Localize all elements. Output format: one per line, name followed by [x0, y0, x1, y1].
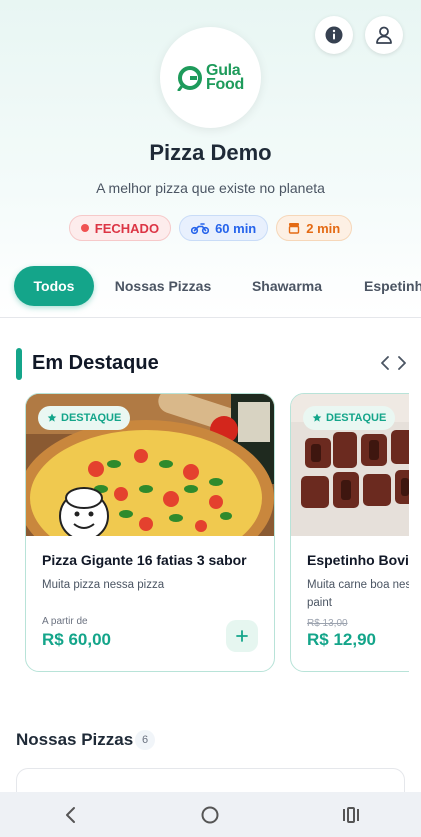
store-page: Gula Food Pizza Demo A melhor pizza que …: [0, 0, 421, 837]
carousel-next-button[interactable]: [394, 354, 410, 372]
espetinho-image: DESTAQUE: [291, 394, 409, 536]
product-old-price: R$ 13,00: [307, 618, 348, 629]
home-icon: [201, 806, 219, 823]
store-icon: [289, 223, 300, 234]
nav-back-button[interactable]: [40, 792, 100, 837]
divider: [0, 317, 421, 318]
back-icon: [66, 806, 76, 823]
store-name: Pizza Demo: [149, 140, 272, 165]
featured-carousel: DESTAQUE Pizza Gigante 16 fatias 3 sabor…: [0, 393, 409, 683]
product-name: Espetinho Bovino: [307, 552, 409, 568]
status-chips: FECHADO 60 min 2 min: [0, 215, 421, 241]
chevron-right-icon: [398, 356, 406, 370]
category-tabs: Todos Nossas Pizzas Shawarma Espetinhos: [0, 266, 421, 306]
product-description: Muita pizza nessa pizza: [42, 579, 165, 591]
chef-mascot-icon: [59, 487, 109, 536]
tab-espetinhos[interactable]: Espetinhos: [364, 266, 421, 306]
status-badge: FECHADO: [68, 215, 172, 241]
category-section-title: Nossas Pizzas: [16, 730, 134, 749]
nav-recents-button[interactable]: [321, 792, 381, 837]
item-count-badge: 6: [135, 730, 155, 750]
tab-espetinhos-label: Espetinhos: [364, 278, 421, 294]
featured-badge-label: DESTAQUE: [326, 412, 387, 424]
store-logo: Gula Food: [160, 27, 261, 128]
plus-icon: [236, 630, 248, 642]
product-card[interactable]: DESTAQUE Espetinho Bovino Muita carne bo…: [290, 393, 409, 672]
profile-button[interactable]: [365, 16, 403, 54]
product-card[interactable]: DESTAQUE Pizza Gigante 16 fatias 3 sabor…: [25, 393, 275, 672]
pickup-time-badge: 2 min: [276, 215, 353, 241]
gula-food-logo-icon: [177, 65, 203, 91]
product-description: Muita carne boa nessa pura picanha do pa…: [307, 579, 409, 609]
chevron-left-icon: [381, 356, 389, 370]
add-to-cart-button[interactable]: [226, 620, 258, 652]
featured-badge: DESTAQUE: [303, 406, 396, 430]
featured-badge-label: DESTAQUE: [61, 412, 122, 424]
tab-todos[interactable]: Todos: [14, 266, 94, 306]
product-price: R$ 12,90: [307, 630, 376, 649]
carousel-prev-button[interactable]: [377, 354, 393, 372]
pickup-time-label: 2 min: [306, 220, 341, 236]
section-accent-bar: [16, 348, 22, 380]
tab-shawarma[interactable]: Shawarma: [244, 266, 330, 306]
featured-badge: DESTAQUE: [38, 406, 131, 430]
pizza-image: DESTAQUE: [26, 394, 274, 536]
nav-home-button[interactable]: [180, 792, 240, 837]
logo-text-line2: Food: [206, 75, 244, 93]
tab-nossas-pizzas[interactable]: Nossas Pizzas: [113, 266, 213, 306]
delivery-time-badge: 60 min: [179, 215, 269, 241]
product-price: R$ 60,00: [42, 630, 111, 649]
info-icon: [325, 26, 343, 44]
featured-section-title: Em Destaque: [32, 352, 159, 374]
system-nav-bar: [0, 792, 421, 837]
star-icon: [47, 413, 57, 422]
status-label: FECHADO: [94, 220, 160, 236]
recents-icon: [342, 806, 359, 823]
info-button[interactable]: [315, 16, 353, 54]
price-prefix: A partir de: [42, 616, 88, 627]
product-name: Pizza Gigante 16 fatias 3 sabor: [42, 552, 247, 568]
star-icon: [312, 413, 322, 422]
status-dot-icon: [80, 224, 89, 232]
store-subtitle: A melhor pizza que existe no planeta: [96, 180, 325, 196]
motorcycle-icon: [191, 223, 210, 234]
user-icon: [376, 26, 392, 44]
delivery-time-label: 60 min: [215, 220, 257, 236]
